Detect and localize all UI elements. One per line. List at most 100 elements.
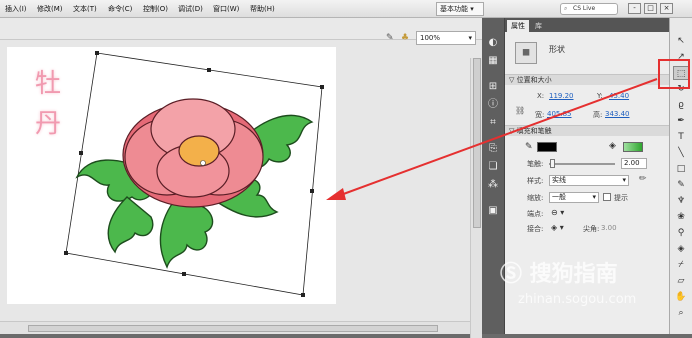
watermark-brand: 搜狗指南 — [529, 262, 618, 287]
x-label: X: — [537, 92, 545, 100]
fill-color-swatch[interactable] — [623, 142, 643, 152]
x-value[interactable]: 119.20 — [549, 92, 574, 100]
edit-scene-icon[interactable]: ♣ — [401, 33, 409, 43]
menu-debug[interactable]: 调试(D) — [178, 4, 203, 14]
join-label: 接合: — [527, 225, 544, 233]
shape-type-icon: ◼ — [515, 42, 537, 64]
paint-bucket-icon: ◈ — [609, 141, 616, 151]
width-value[interactable]: 405.85 — [547, 110, 572, 118]
stroke-slider[interactable] — [549, 163, 615, 165]
scale-select[interactable]: 一般 ▾ — [549, 192, 599, 203]
chevron-down-icon: ▾ — [592, 193, 596, 201]
code-snippets-icon[interactable]: ❏ — [485, 160, 501, 174]
stroke-color-swatch[interactable] — [537, 142, 557, 152]
stroke-width-field[interactable]: 2.00 — [621, 158, 647, 169]
highlight-box — [658, 59, 690, 89]
stage-canvas[interactable]: 牡 丹 — [7, 47, 336, 304]
stroke-style-value: 实线 — [552, 176, 566, 184]
eyedropper-tool-icon[interactable]: ⌿ — [673, 258, 689, 272]
chevron-down-icon: ▾ — [622, 176, 626, 184]
stroke-slider-thumb[interactable] — [550, 159, 555, 168]
window-controls: - □ × — [628, 3, 692, 15]
vertical-scroll-thumb[interactable] — [473, 58, 481, 228]
menu-control[interactable]: 控制(O) — [143, 4, 168, 14]
menu-text[interactable]: 文本(T) — [73, 4, 97, 14]
paint-bucket-tool-icon[interactable]: ◈ — [673, 242, 689, 256]
miter-label: 尖角: — [583, 225, 600, 233]
align-panel-icon[interactable]: ⊞ — [485, 80, 501, 94]
zoom-value: 100% — [420, 34, 441, 42]
horizontal-scrollbar[interactable] — [0, 321, 470, 334]
miter-value[interactable]: 3.00 — [601, 224, 617, 232]
history-panel-icon[interactable]: ⎘ — [485, 142, 501, 156]
section-fill-stroke[interactable]: ▽ 填充和笔触 — [505, 125, 670, 136]
tab-properties[interactable]: 属性 — [507, 20, 529, 32]
bone-tool-icon[interactable]: ⚲ — [673, 226, 689, 240]
brush-tool-icon[interactable]: ♆ — [673, 194, 689, 208]
menu-help[interactable]: 帮助(H) — [250, 4, 275, 14]
link-dimensions-icon[interactable]: ⛓ — [515, 106, 525, 115]
scale-value: 一般 — [552, 193, 566, 201]
peony-illustration[interactable] — [7, 47, 336, 304]
menu-bar: 插入(I) 修改(M) 文本(T) 命令(C) 控制(O) 调试(D) 窗口(W… — [0, 0, 692, 18]
menu-insert[interactable]: 插入(I) — [5, 4, 27, 14]
menu-window[interactable]: 窗口(W) — [213, 4, 239, 14]
sogou-watermark: Ⓢ 搜狗指南 — [500, 262, 618, 287]
cs-live-label: CS Live — [573, 5, 596, 12]
sogou-watermark-url: zhinan.sogou.com — [518, 292, 637, 307]
peony-petals — [122, 98, 264, 208]
stroke-label: 笔触: — [527, 160, 544, 168]
y-label: Y: — [597, 92, 603, 100]
section-position-size[interactable]: ▽ 位置和大小 — [505, 74, 670, 85]
maximize-button[interactable]: □ — [644, 3, 657, 14]
close-button[interactable]: × — [660, 3, 673, 14]
tab-library[interactable]: 库 — [531, 20, 546, 32]
vertical-scrollbar[interactable] — [470, 58, 482, 338]
pencil-icon: ✎ — [525, 142, 533, 152]
motion-presets-icon[interactable]: ▣ — [485, 204, 501, 218]
y-value[interactable]: 45.40 — [609, 92, 629, 100]
pencil-tool-icon[interactable]: ✎ — [673, 178, 689, 192]
menu-command[interactable]: 命令(C) — [108, 4, 132, 14]
eraser-tool-icon[interactable]: ▱ — [673, 274, 689, 288]
object-type-label: 形状 — [549, 45, 565, 54]
line-tool-icon[interactable]: ╲ — [673, 146, 689, 160]
hint-checkbox[interactable] — [603, 193, 611, 201]
selection-tool-icon[interactable]: ↖ — [673, 34, 689, 48]
menu-modify[interactable]: 修改(M) — [37, 4, 63, 14]
cs-live-search[interactable]: ⌕ CS Live — [560, 3, 618, 15]
cap-label: 端点: — [527, 210, 544, 218]
edit-symbols-icon[interactable]: ✎ — [386, 33, 394, 43]
minimize-button[interactable]: - — [628, 3, 641, 14]
zoom-tool-icon[interactable]: ⌕ — [673, 306, 689, 320]
workspace-switcher[interactable]: 基本功能 ▾ — [436, 2, 484, 16]
color-panel-icon[interactable]: ◐ — [485, 36, 501, 50]
edit-stroke-style-icon[interactable]: ✏ — [639, 174, 647, 184]
height-label: 高: — [593, 111, 603, 119]
style-label: 样式: — [527, 177, 544, 185]
panel-tabs: 属性 库 — [505, 18, 669, 32]
swatches-panel-icon[interactable]: ▦ — [485, 54, 501, 68]
horizontal-scroll-thumb[interactable] — [28, 325, 438, 332]
width-label: 宽: — [535, 111, 545, 119]
info-panel-icon[interactable]: ⓘ — [485, 98, 501, 112]
pen-tool-icon[interactable]: ✒ — [673, 114, 689, 128]
height-value[interactable]: 343.40 — [605, 110, 630, 118]
components-panel-icon[interactable]: ⁂ — [485, 178, 501, 192]
lasso-tool-icon[interactable]: ϱ — [673, 98, 689, 112]
join-select[interactable]: ◈ ▾ — [551, 223, 564, 232]
stroke-style-select[interactable]: 实线 ▾ — [549, 175, 629, 186]
section-position-title: 位置和大小 — [516, 76, 552, 84]
deco-tool-icon[interactable]: ❀ — [673, 210, 689, 224]
text-tool-icon[interactable]: T — [673, 130, 689, 144]
rectangle-tool-icon[interactable]: □ — [673, 162, 689, 176]
search-icon: ⌕ — [564, 5, 568, 12]
transform-panel-icon[interactable]: ⌗ — [485, 116, 501, 130]
chevron-down-icon: ▾ — [468, 34, 472, 42]
transform-point — [200, 160, 206, 166]
zoom-select[interactable]: 100% ▾ — [416, 31, 476, 45]
hand-tool-icon[interactable]: ✋ — [673, 290, 689, 304]
stage-toolbar: ✎ ♣ — [0, 18, 482, 43]
workspace-label: 基本功能 — [440, 5, 468, 13]
cap-select[interactable]: ⊖ ▾ — [551, 208, 564, 217]
